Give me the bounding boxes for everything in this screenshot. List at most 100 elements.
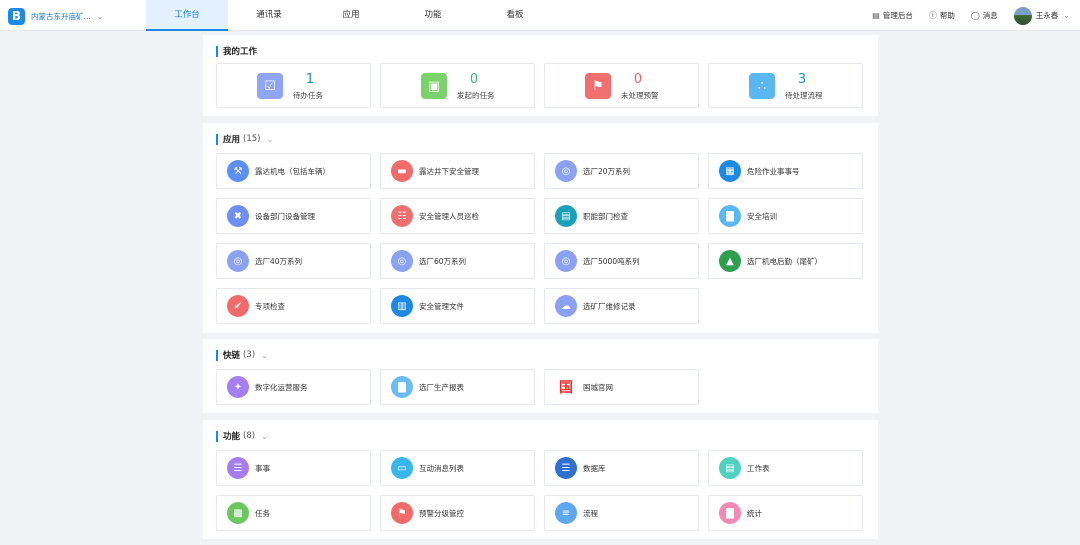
apps-item[interactable]: ▦ 危险作业事事号 [708,153,863,189]
chevron-down-icon[interactable]: ⌄ [266,135,273,144]
my-work-section: 我的工作 ☑ 1 待办任务 ▣ 0 发起的任务 ⚑ 0 未处理预警 ∴ 3 待处理流程 [203,35,878,116]
org-icon: ☷ [391,205,413,227]
list-icon: ☰ [227,457,249,479]
check-box-icon: ✔ [227,295,249,317]
links-item[interactable]: ✦ 数字化运营服务 [216,369,371,405]
calendar-check-icon: ☑ [257,73,283,99]
briefcase-icon: ▣ [421,73,447,99]
section-header[interactable]: 应用 (15) ⌄ [216,133,273,145]
section-title: 功能 [223,432,241,442]
truck-icon: ▬ [391,160,413,182]
functions-item[interactable]: ☰ 数据库 [544,450,699,486]
item-label: 专项检查 [255,302,285,311]
work-count: 1 [305,72,315,87]
camera-icon: ◎ [391,250,413,272]
item-label: 职能部门检查 [583,212,628,221]
mountain-icon: ▲ [719,250,741,272]
apps-item[interactable]: ◎ 选厂40万系列 [216,243,371,279]
section-accent-bar [216,45,218,57]
item-label: 数字化运营服务 [255,383,308,392]
section-header: 我的工作 [216,45,257,57]
links-item[interactable]: 国国城官网 [544,369,699,405]
section-accent-bar [216,133,218,145]
section-title: 快链 [223,351,241,361]
work-label: 未处理预警 [621,91,659,100]
app-logo-icon: B [8,7,25,25]
functions-item[interactable]: ▇ 统计 [708,495,863,531]
work-count: 0 [469,72,479,87]
section-count: (8) [243,431,256,441]
grid-icon: ▦ [719,160,741,182]
section-header[interactable]: 功能 (8) ⌄ [216,430,268,442]
item-label: 选厂生产报表 [419,383,464,392]
section-count: (15) [243,134,261,144]
work-card[interactable]: ☑ 1 待办任务 [216,63,371,108]
apps-item[interactable]: ✔ 专项检查 [216,288,371,324]
user-menu[interactable]: 王永春 ⌄ [1013,6,1070,25]
admin-console-button[interactable]: ▤ 管理后台 [872,10,913,21]
functions-item[interactable]: ☰ 事事 [216,450,371,486]
apps-item[interactable]: ◎ 选厂20万系列 [544,153,699,189]
org-name: 内蒙古东升庙矿... [31,11,91,21]
item-label: 选厂20万系列 [583,167,631,176]
apps-item[interactable]: ▲ 选厂机电后勤（尾矿） [708,243,863,279]
nav-workbench[interactable]: 工作台 [146,0,228,31]
quick-links-section: 快链 (3) ⌄ ✦ 数字化运营服务 ▇ 选厂生产报表 国国城官网 [203,339,878,413]
apps-item[interactable]: ✖ 设备部门设备管理 [216,198,371,234]
item-label: 统计 [747,509,762,518]
apps-item[interactable]: ☁ 选矿厂维修记录 [544,288,699,324]
messages-button[interactable]: ◯ 消息 [971,10,998,21]
help-label: 帮助 [939,11,955,20]
apps-item[interactable]: ☷ 安全管理人员巡检 [380,198,535,234]
chevron-down-icon[interactable]: ⌄ [261,351,268,360]
work-card[interactable]: ∴ 3 待处理流程 [708,63,863,108]
item-label: 安全管理文件 [419,302,464,311]
apps-item[interactable]: ▬ 露达井下安全管理 [380,153,535,189]
stats-icon: ▇ [719,502,741,524]
chevron-down-icon[interactable]: ⌄ [261,432,268,441]
apps-item[interactable]: ⚒ 露达机电（包括车辆） [216,153,371,189]
apps-item[interactable]: ◎ 选厂60万系列 [380,243,535,279]
section-accent-bar [216,430,218,442]
item-label: 预警分级管控 [419,509,464,518]
item-label: 危险作业事事号 [747,167,800,176]
camera-icon: ◎ [555,250,577,272]
apps-item[interactable]: ▤ 职能部门检查 [544,198,699,234]
functions-item[interactable]: ≡ 流程 [544,495,699,531]
apps-section: 应用 (15) ⌄ ⚒ 露达机电（包括车辆） ▬ 露达井下安全管理 ◎ 选厂20万系列 ▦ 危… [203,123,878,333]
functions-item[interactable]: ▤ 工作表 [708,450,863,486]
nav-contacts[interactable]: 通讯录 [228,0,310,31]
item-label: 数据库 [583,464,606,473]
cloud-upload-icon: ☁ [555,295,577,317]
item-label: 选厂机电后勤（尾矿） [747,257,822,266]
functions-item[interactable]: ⚑ 预警分级管控 [380,495,535,531]
links-item[interactable]: ▇ 选厂生产报表 [380,369,535,405]
section-header[interactable]: 快链 (3) ⌄ [216,349,268,361]
item-label: 安全管理人员巡检 [419,212,479,221]
item-label: 互动消息列表 [419,464,464,473]
apps-item[interactable]: ◎ 选厂5000吨系列 [544,243,699,279]
camera-icon: ◎ [227,250,249,272]
nav-apps[interactable]: 应用 [310,0,392,31]
functions-item[interactable]: ▭ 互动消息列表 [380,450,535,486]
help-icon: ⓘ [928,11,937,20]
help-button[interactable]: ⓘ 帮助 [929,10,955,21]
drill-icon: ⚒ [227,160,249,182]
work-card[interactable]: ▣ 0 发起的任务 [380,63,535,108]
functions-item[interactable]: ▩ 任务 [216,495,371,531]
database-icon: ☰ [555,457,577,479]
apps-item[interactable]: ▇ 安全培训 [708,198,863,234]
item-label: 露达井下安全管理 [419,167,479,176]
item-label: 设备部门设备管理 [255,212,315,221]
item-label: 安全培训 [747,212,777,221]
nav-functions[interactable]: 功能 [392,0,474,31]
org-switcher[interactable]: B 内蒙古东升庙矿... ⌄ [8,6,103,26]
nav-dashboard[interactable]: 看板 [474,0,556,31]
main-nav: 工作台 通讯录 应用 功能 看板 [146,0,556,31]
item-label: 露达机电（包括车辆） [255,167,330,176]
apps-item[interactable]: ▥ 安全管理文件 [380,288,535,324]
flow-icon: ∴ [749,73,775,99]
bell-icon: ⚑ [391,502,413,524]
work-card[interactable]: ⚑ 0 未处理预警 [544,63,699,108]
scrollbar[interactable] [1075,31,1080,545]
